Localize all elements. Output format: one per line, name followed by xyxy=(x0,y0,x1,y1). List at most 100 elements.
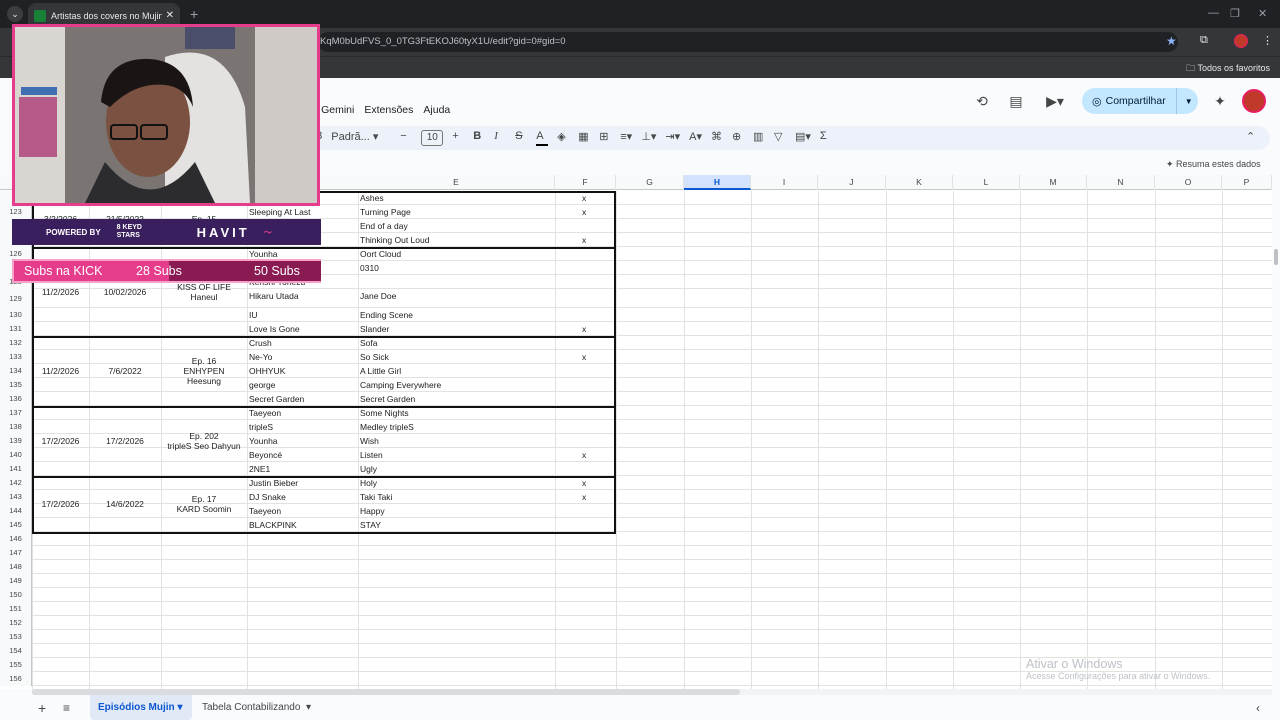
artist-cell[interactable]: DJ Snake xyxy=(249,492,286,502)
strikethrough-icon[interactable]: S xyxy=(515,130,527,146)
column-header[interactable]: O xyxy=(1155,175,1222,190)
row-number[interactable]: 123 xyxy=(0,205,32,219)
close-tab-icon[interactable]: ✕ xyxy=(166,10,174,21)
song-cell[interactable]: So Sick xyxy=(360,352,389,362)
column-header[interactable]: E xyxy=(358,175,555,190)
row-number[interactable]: 151 xyxy=(0,602,32,616)
profile-avatar[interactable] xyxy=(1234,34,1248,48)
row-number[interactable]: 134 xyxy=(0,364,32,378)
row-number[interactable]: 149 xyxy=(0,574,32,588)
song-cell[interactable]: Oort Cloud xyxy=(360,249,401,259)
row-number[interactable]: 145 xyxy=(0,518,32,532)
row-number[interactable]: 136 xyxy=(0,392,32,406)
check-mark-cell[interactable]: x xyxy=(582,352,586,362)
link-icon[interactable]: ⌘ xyxy=(711,130,723,146)
row-number[interactable]: 147 xyxy=(0,546,32,560)
song-cell[interactable]: Happy xyxy=(360,506,385,516)
song-cell[interactable]: Sofa xyxy=(360,338,378,348)
gemini-icon[interactable]: ✦ xyxy=(1208,89,1232,113)
meet-icon[interactable]: ▶▾ xyxy=(1038,89,1072,113)
artist-cell[interactable]: Taeyeon xyxy=(249,408,281,418)
all-sheets-icon[interactable]: ≡ xyxy=(63,701,70,715)
row-number[interactable]: 135 xyxy=(0,378,32,392)
font-select[interactable]: Padrã... ▾ xyxy=(331,130,391,146)
check-mark-cell[interactable]: x xyxy=(582,235,586,245)
comments-icon[interactable]: ▤ xyxy=(1004,89,1028,113)
column-header[interactable]: P xyxy=(1222,175,1272,190)
song-cell[interactable]: Secret Garden xyxy=(360,394,415,404)
share-button[interactable]: ◎ Compartilhar ▼ xyxy=(1082,88,1198,114)
row-number[interactable]: 137 xyxy=(0,406,32,420)
row-number[interactable]: 155 xyxy=(0,658,32,672)
song-cell[interactable]: Some Nights xyxy=(360,408,409,418)
song-cell[interactable]: Turning Page xyxy=(360,207,411,217)
artist-cell[interactable]: BLACKPINK xyxy=(249,520,297,530)
row-number[interactable]: 146 xyxy=(0,532,32,546)
artist-cell[interactable]: Younha xyxy=(249,436,278,446)
column-header[interactable]: L xyxy=(953,175,1020,190)
collapse-icon[interactable]: ⌃ xyxy=(1246,130,1258,146)
artist-cell[interactable]: Justin Bieber xyxy=(249,478,298,488)
song-cell[interactable]: A Little Girl xyxy=(360,366,401,376)
artist-cell[interactable]: Ne-Yo xyxy=(249,352,272,362)
song-cell[interactable]: Medley tripleS xyxy=(360,422,414,432)
row-number[interactable]: 144 xyxy=(0,504,32,518)
song-cell[interactable]: Holy xyxy=(360,478,377,488)
column-header[interactable]: F xyxy=(555,175,616,190)
artist-cell[interactable]: Secret Garden xyxy=(249,394,304,404)
song-cell[interactable]: Taki Taki xyxy=(360,492,392,502)
row-number[interactable]: 142 xyxy=(0,476,32,490)
new-tab-icon[interactable]: + xyxy=(190,6,198,22)
bold-icon[interactable]: B xyxy=(473,130,485,146)
text-color-icon[interactable]: A xyxy=(536,130,549,146)
artist-cell[interactable]: george xyxy=(249,380,275,390)
column-header[interactable]: H xyxy=(684,175,751,190)
menu-item[interactable]: Extensões xyxy=(364,104,413,116)
avatar[interactable] xyxy=(1242,89,1266,113)
column-header[interactable]: M xyxy=(1020,175,1087,190)
check-mark-cell[interactable]: x xyxy=(582,207,586,217)
browser-menu-icon[interactable]: ⋮ xyxy=(1262,34,1273,47)
row-number[interactable]: 139 xyxy=(0,434,32,448)
artist-cell[interactable]: OHHYUK xyxy=(249,366,285,376)
song-cell[interactable]: Jane Doe xyxy=(360,291,396,301)
artist-cell[interactable]: tripleS xyxy=(249,422,273,432)
row-number[interactable]: 150 xyxy=(0,588,32,602)
artist-cell[interactable]: Sleeping At Last xyxy=(249,207,310,217)
artist-cell[interactable]: Younha xyxy=(249,249,278,259)
menu-item[interactable]: Gemini xyxy=(321,104,354,116)
close-window-icon[interactable]: ✕ xyxy=(1258,7,1267,20)
row-number[interactable]: 138 xyxy=(0,420,32,434)
borders-icon[interactable]: ▦ xyxy=(578,130,590,146)
tab-search-icon[interactable]: ⌄ xyxy=(7,6,23,22)
chart-icon[interactable]: ▥ xyxy=(753,130,765,146)
increase-font-icon[interactable]: + xyxy=(452,130,464,146)
song-cell[interactable]: Ugly xyxy=(360,464,377,474)
row-number[interactable]: 129 xyxy=(0,289,32,308)
table-icon[interactable]: ▤▾ xyxy=(795,130,811,146)
artist-cell[interactable]: IU xyxy=(249,310,258,320)
vertical-scrollbar[interactable] xyxy=(1272,175,1280,689)
merge-icon[interactable]: ⊞ xyxy=(599,130,611,146)
extensions-icon[interactable]: ⧉ xyxy=(1200,34,1208,47)
row-number[interactable]: 156 xyxy=(0,672,32,686)
spreadsheet-grid[interactable]: EFGHIJKLMNOP 112311126112812913013113213… xyxy=(0,175,1272,689)
song-cell[interactable]: Thinking Out Loud xyxy=(360,235,429,245)
row-number[interactable]: 130 xyxy=(0,308,32,322)
row-number[interactable]: 143 xyxy=(0,490,32,504)
sheet-tab-active[interactable]: Episódios Mujin ▾ xyxy=(90,695,192,720)
align-icon[interactable]: ≡▾ xyxy=(620,130,632,146)
row-number[interactable]: 131 xyxy=(0,322,32,336)
check-mark-cell[interactable]: x xyxy=(582,324,586,334)
rotate-icon[interactable]: A▾ xyxy=(689,130,702,146)
artist-cell[interactable]: Love Is Gone xyxy=(249,324,300,334)
column-header[interactable]: I xyxy=(751,175,818,190)
song-cell[interactable]: 0310 xyxy=(360,263,379,273)
vertical-scroll-thumb[interactable] xyxy=(1274,249,1278,265)
row-number[interactable]: 152 xyxy=(0,616,32,630)
song-cell[interactable]: Wish xyxy=(360,436,379,446)
row-number[interactable]: 154 xyxy=(0,644,32,658)
valign-icon[interactable]: ⊥▾ xyxy=(641,130,656,146)
column-header[interactable]: K xyxy=(886,175,953,190)
bookmark-star-icon[interactable]: ★ xyxy=(1166,34,1177,48)
